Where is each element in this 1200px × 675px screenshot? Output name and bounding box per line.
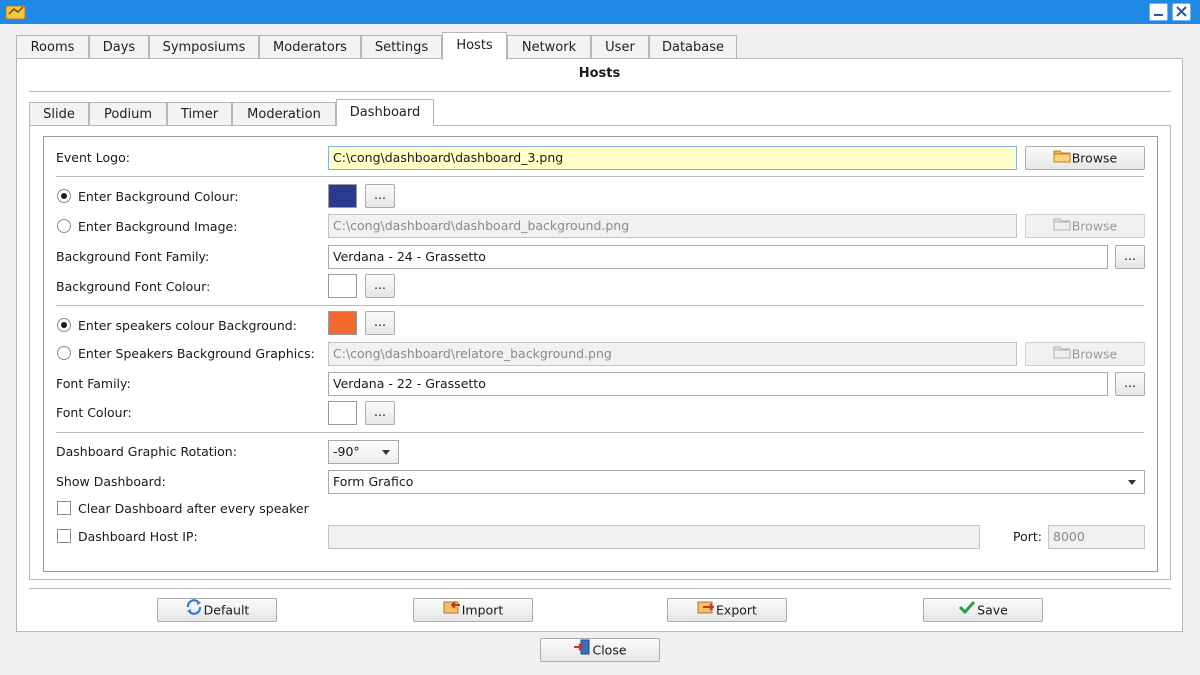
host-ip-field[interactable] (328, 525, 980, 549)
tab-network[interactable]: Network (507, 35, 591, 59)
tab-rooms[interactable]: Rooms (16, 35, 89, 59)
close-button[interactable]: Close (540, 638, 660, 662)
bg-image-field[interactable]: C:\cong\dashboard\dashboard_background.p… (328, 214, 1017, 238)
tab-moderation[interactable]: Moderation (232, 102, 336, 126)
event-logo-browse-button[interactable]: Browse (1025, 146, 1145, 170)
rotation-value: -90° (333, 444, 360, 459)
speakers-colour-radio[interactable] (57, 318, 71, 332)
chevron-down-icon (1128, 480, 1136, 485)
font-picker-button[interactable]: ... (1115, 372, 1145, 396)
bg-image-browse-button[interactable]: Browse (1025, 214, 1145, 238)
browse-label: Browse (1071, 150, 1118, 166)
tab-hosts[interactable]: Hosts (442, 32, 507, 60)
bg-font-family-label: Background Font Family: (56, 249, 210, 264)
section-divider (56, 305, 1144, 306)
folder-icon (1053, 216, 1071, 238)
port-label: Port: (1013, 529, 1042, 544)
speakers-colour-picker-button[interactable]: ... (365, 311, 395, 335)
tab-podium[interactable]: Podium (89, 102, 167, 126)
tab-symposiums[interactable]: Symposiums (149, 35, 259, 59)
speakers-graphics-browse-button[interactable]: Browse (1025, 342, 1145, 366)
import-label: Import (461, 602, 504, 618)
show-dashboard-label: Show Dashboard: (56, 474, 166, 489)
speakers-graphics-field[interactable]: C:\cong\dashboard\relatore_background.pn… (328, 342, 1017, 366)
tab-moderators[interactable]: Moderators (259, 35, 361, 59)
close-label: Close (592, 642, 627, 658)
footer-divider (29, 588, 1171, 589)
clear-dashboard-checkbox[interactable] (57, 501, 71, 515)
tab-database[interactable]: Database (649, 35, 737, 59)
export-label: Export (716, 602, 757, 618)
bg-colour-swatch (328, 184, 357, 208)
event-logo-label: Event Logo: (56, 150, 130, 165)
bg-font-colour-swatch (328, 274, 357, 298)
export-button[interactable]: Export (667, 598, 787, 622)
browse-label: Browse (1071, 218, 1118, 234)
exit-door-icon (573, 639, 591, 662)
browse-label: Browse (1071, 346, 1118, 362)
font-family-field[interactable]: Verdana - 22 - Grassetto (328, 372, 1108, 396)
font-colour-picker-button[interactable]: ... (365, 401, 395, 425)
font-colour-swatch (328, 401, 357, 425)
folder-icon (1053, 344, 1071, 366)
save-label: Save (977, 602, 1008, 618)
show-dashboard-value: Form Grafico (333, 474, 414, 489)
tab-settings[interactable]: Settings (361, 35, 442, 59)
tab-days[interactable]: Days (89, 35, 149, 59)
bg-image-radio[interactable] (57, 219, 71, 233)
checkmark-icon (958, 599, 976, 622)
tab-slide[interactable]: Slide (29, 102, 89, 126)
speakers-graphics-radio[interactable] (57, 346, 71, 360)
save-button[interactable]: Save (923, 598, 1043, 622)
close-window-button[interactable] (1172, 3, 1191, 21)
port-field[interactable]: 8000 (1048, 525, 1145, 549)
folder-icon (1053, 148, 1071, 170)
bg-font-colour-picker-button[interactable]: ... (365, 274, 395, 298)
event-logo-field[interactable]: C:\cong\dashboard\dashboard_3.png (328, 146, 1017, 170)
speakers-colour-swatch (328, 311, 357, 335)
rotation-label: Dashboard Graphic Rotation: (56, 444, 237, 459)
app-icon (5, 3, 27, 21)
bg-font-picker-button[interactable]: ... (1115, 245, 1145, 269)
speakers-colour-label: Enter speakers colour Background: (78, 318, 297, 333)
refresh-icon (185, 599, 203, 622)
tab-dashboard[interactable]: Dashboard (336, 99, 434, 126)
import-button[interactable]: Import (413, 598, 533, 622)
section-divider (56, 432, 1144, 433)
show-dashboard-dropdown[interactable]: Form Grafico (328, 470, 1145, 494)
export-icon (697, 599, 715, 622)
default-label: Default (203, 602, 250, 618)
bg-colour-picker-button[interactable]: ... (365, 184, 395, 208)
tab-user[interactable]: User (591, 35, 649, 59)
speakers-graphics-label: Enter Speakers Background Graphics: (78, 346, 315, 361)
close-icon (1173, 4, 1190, 20)
chevron-down-icon (382, 450, 390, 455)
bg-colour-radio[interactable] (57, 189, 71, 203)
rotation-dropdown[interactable]: -90° (328, 440, 399, 464)
clear-dashboard-label: Clear Dashboard after every speaker (78, 501, 309, 516)
minimize-button[interactable] (1149, 3, 1168, 21)
import-icon (443, 599, 461, 622)
bg-font-family-field[interactable]: Verdana - 24 - Grassetto (328, 245, 1108, 269)
bg-colour-label: Enter Background Colour: (78, 189, 239, 204)
page-title: Hosts (578, 66, 621, 81)
tab-timer[interactable]: Timer (167, 102, 232, 126)
font-family-label: Font Family: (56, 376, 131, 391)
host-ip-label: Dashboard Host IP: (78, 529, 198, 544)
section-divider (56, 176, 1144, 177)
title-bar (0, 0, 1200, 24)
bg-image-label: Enter Background Image: (78, 219, 238, 234)
divider (29, 91, 1171, 92)
bg-font-colour-label: Background Font Colour: (56, 279, 211, 294)
font-colour-label: Font Colour: (56, 405, 132, 420)
default-button[interactable]: Default (157, 598, 277, 622)
minimize-icon (1150, 4, 1167, 20)
host-ip-checkbox[interactable] (57, 529, 71, 543)
